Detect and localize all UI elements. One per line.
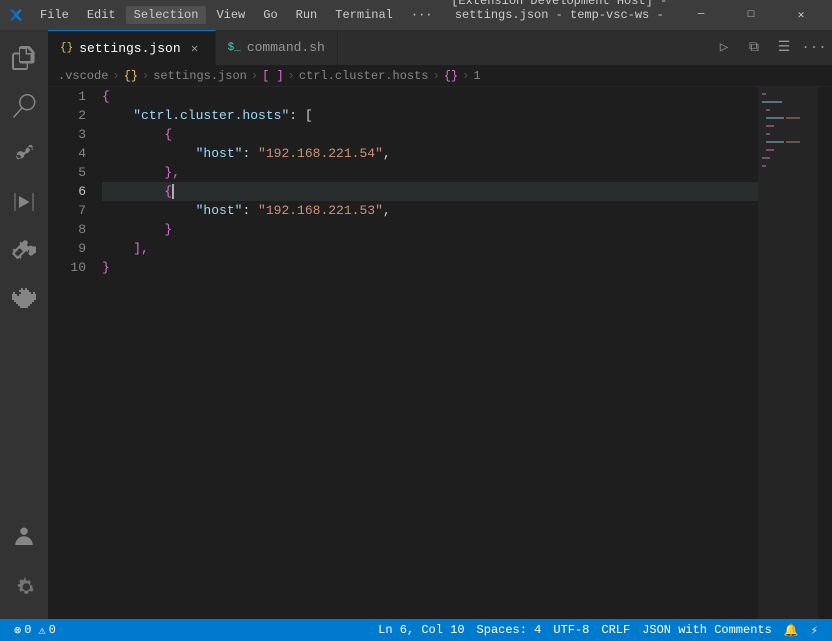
menu-terminal[interactable]: Terminal xyxy=(327,6,401,24)
spaces-label: Spaces: 4 xyxy=(477,623,542,637)
status-ln-col[interactable]: Ln 6, Col 10 xyxy=(372,619,470,641)
menu-more[interactable]: ··· xyxy=(403,6,441,24)
vscode-logo-icon xyxy=(8,7,24,23)
activity-item-remote[interactable] xyxy=(0,274,48,322)
minimize-button[interactable]: ─ xyxy=(678,0,724,30)
line-numbers: 1 2 3 4 5 6 7 8 9 10 xyxy=(48,87,98,619)
breadcrumb-brace-icon: {} xyxy=(124,69,138,83)
line-num-6: 6 xyxy=(48,182,86,201)
code-line-3: { xyxy=(102,125,758,144)
breadcrumb-bracket-icon: [ ] xyxy=(262,69,284,83)
code-line-9: ], xyxy=(102,239,758,258)
activity-item-accounts[interactable] xyxy=(0,511,48,559)
main-layout: {} settings.json ✕ $_ command.sh ▷ ⧉ ☰ ·… xyxy=(0,30,832,619)
activity-item-run[interactable] xyxy=(0,178,48,226)
ln-col-label: Ln 6, Col 10 xyxy=(378,623,464,637)
code-line-10: } xyxy=(102,258,758,277)
breadcrumb-brace2-icon: {} xyxy=(444,69,458,83)
code-line-2: "ctrl.cluster.hosts": [ xyxy=(102,106,758,125)
line-num-9: 9 xyxy=(48,239,86,258)
breadcrumb-index[interactable]: 1 xyxy=(473,69,480,83)
activity-bar xyxy=(0,30,48,619)
scrollbar-track[interactable] xyxy=(818,87,832,619)
status-bar: ⊗ 0 ⚠ 0 Ln 6, Col 10 Spaces: 4 UTF-8 CRL… xyxy=(0,619,832,641)
editor-area: {} settings.json ✕ $_ command.sh ▷ ⧉ ☰ ·… xyxy=(48,30,832,619)
menu-file[interactable]: File xyxy=(32,6,77,24)
tab-settings-close[interactable]: ✕ xyxy=(187,40,203,56)
editor-content[interactable]: 1 2 3 4 5 6 7 8 9 10 { "ctrl.cluster. xyxy=(48,87,832,619)
minimap xyxy=(758,87,818,619)
titlebar: File Edit Selection View Go Run Terminal… xyxy=(0,0,832,30)
menu-go[interactable]: Go xyxy=(255,6,285,24)
line-num-7: 7 xyxy=(48,201,86,220)
encoding-label: UTF-8 xyxy=(553,623,589,637)
tab-bar: {} settings.json ✕ $_ command.sh ▷ ⧉ ☰ ·… xyxy=(48,30,832,65)
text-cursor xyxy=(172,184,174,199)
menu-run[interactable]: Run xyxy=(288,6,326,24)
activity-item-extensions[interactable] xyxy=(0,226,48,274)
menu-view[interactable]: View xyxy=(208,6,253,24)
more-actions-button[interactable]: ··· xyxy=(800,34,828,62)
status-language[interactable]: JSON with Comments xyxy=(636,619,778,641)
warning-count: 0 xyxy=(49,623,56,637)
code-line-8: } xyxy=(102,220,758,239)
activity-item-source-control[interactable] xyxy=(0,130,48,178)
status-spaces[interactable]: Spaces: 4 xyxy=(471,619,548,641)
status-encoding[interactable]: UTF-8 xyxy=(547,619,595,641)
settings-json-icon: {} xyxy=(60,42,73,54)
language-label: JSON with Comments xyxy=(642,623,772,637)
code-line-5: }, xyxy=(102,163,758,182)
line-num-5: 5 xyxy=(48,163,86,182)
line-num-10: 10 xyxy=(48,258,86,277)
titlebar-menu: File Edit Selection View Go Run Terminal… xyxy=(32,6,440,24)
run-action-button[interactable]: ▷ xyxy=(710,34,738,62)
line-num-8: 8 xyxy=(48,220,86,239)
line-num-1: 1 xyxy=(48,87,86,106)
breadcrumb: .vscode › {} › settings.json › [ ] › ctr… xyxy=(48,65,832,87)
status-remote[interactable]: ⚡ xyxy=(805,619,824,641)
eol-label: CRLF xyxy=(601,623,630,637)
warning-icon: ⚠ xyxy=(38,623,45,638)
close-button[interactable]: ✕ xyxy=(778,0,824,30)
status-feedback[interactable]: 🔔 xyxy=(778,619,805,641)
code-line-1: { xyxy=(102,87,758,106)
tab-command-label: command.sh xyxy=(247,40,325,55)
feedback-icon: 🔔 xyxy=(784,623,799,638)
status-right: Ln 6, Col 10 Spaces: 4 UTF-8 CRLF JSON w… xyxy=(372,619,824,641)
remote-icon: ⚡ xyxy=(811,623,818,638)
tab-settings-json[interactable]: {} settings.json ✕ xyxy=(48,30,216,65)
activity-item-search[interactable] xyxy=(0,82,48,130)
breadcrumb-ctrl-cluster[interactable]: ctrl.cluster.hosts xyxy=(299,69,429,83)
line-num-3: 3 xyxy=(48,125,86,144)
layout-button[interactable]: ☰ xyxy=(770,34,798,62)
breadcrumb-settings[interactable]: settings.json xyxy=(153,69,247,83)
activity-item-settings[interactable] xyxy=(0,563,48,611)
tab-actions: ▷ ⧉ ☰ ··· xyxy=(710,30,832,65)
tab-command-sh[interactable]: $_ command.sh xyxy=(216,30,338,65)
menu-selection[interactable]: Selection xyxy=(126,6,207,24)
code-line-6: { xyxy=(102,182,758,201)
error-count: 0 xyxy=(24,623,31,637)
code-editor[interactable]: { "ctrl.cluster.hosts": [ { "host": "192… xyxy=(98,87,758,619)
activity-item-explorer[interactable] xyxy=(0,34,48,82)
code-line-7: "host": "192.168.221.53", xyxy=(102,201,758,220)
error-icon: ⊗ xyxy=(14,623,21,638)
command-sh-icon: $_ xyxy=(228,42,241,54)
line-num-4: 4 xyxy=(48,144,86,163)
status-errors[interactable]: ⊗ 0 ⚠ 0 xyxy=(8,619,62,641)
maximize-button[interactable]: □ xyxy=(728,0,774,30)
tab-settings-label: settings.json xyxy=(79,41,180,56)
split-editor-button[interactable]: ⧉ xyxy=(740,34,768,62)
titlebar-left: File Edit Selection View Go Run Terminal… xyxy=(8,6,440,24)
line-num-2: 2 xyxy=(48,106,86,125)
minimap-content xyxy=(760,89,816,213)
status-left: ⊗ 0 ⚠ 0 xyxy=(8,619,62,641)
breadcrumb-vscode[interactable]: .vscode xyxy=(58,69,108,83)
status-eol[interactable]: CRLF xyxy=(595,619,636,641)
menu-edit[interactable]: Edit xyxy=(79,6,124,24)
window-controls: ─ □ ✕ xyxy=(678,0,824,30)
code-line-4: "host": "192.168.221.54", xyxy=(102,144,758,163)
